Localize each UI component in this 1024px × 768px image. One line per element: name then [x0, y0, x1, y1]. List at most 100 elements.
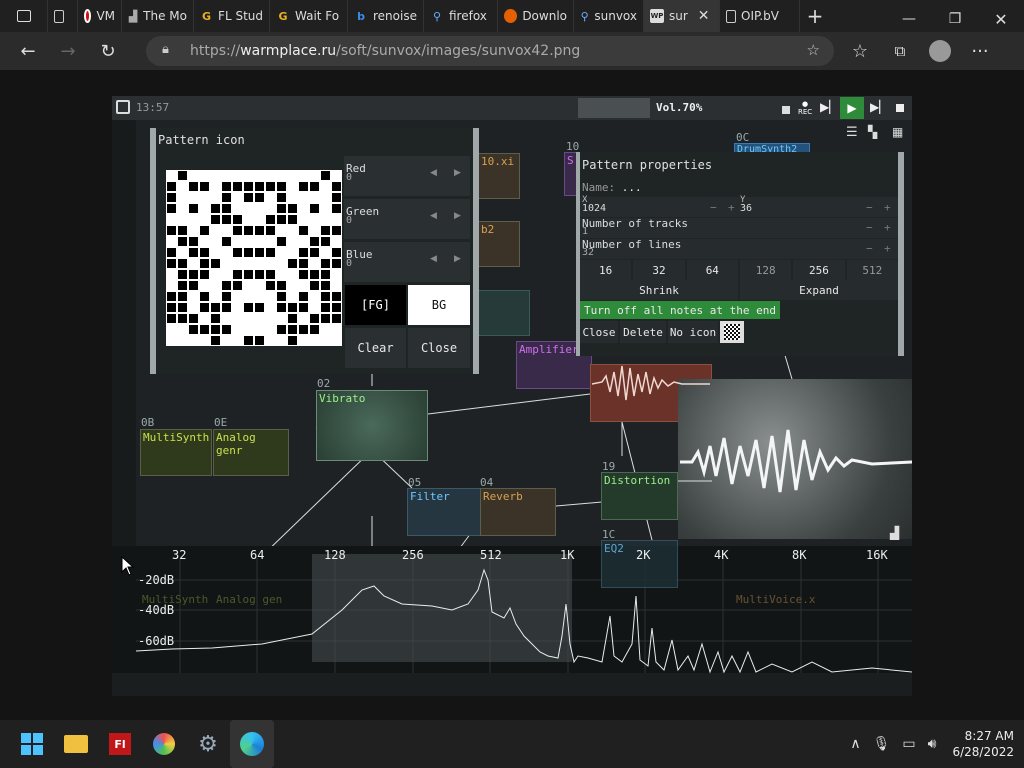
icon-pixel[interactable]: [265, 313, 276, 324]
lines-increase[interactable]: +: [884, 242, 891, 255]
icon-pixel[interactable]: [210, 236, 221, 247]
icon-pixel[interactable]: [276, 269, 287, 280]
icon-pixel[interactable]: [254, 280, 265, 291]
icon-pixel[interactable]: [276, 280, 287, 291]
icon-pixel[interactable]: [254, 203, 265, 214]
icon-pixel[interactable]: [243, 313, 254, 324]
icon-pixel[interactable]: [298, 302, 309, 313]
icon-pixel[interactable]: [309, 302, 320, 313]
x-value[interactable]: 1024: [582, 203, 606, 214]
icon-pixel[interactable]: [188, 269, 199, 280]
icon-pixel[interactable]: [232, 280, 243, 291]
icon-pixel[interactable]: [265, 192, 276, 203]
icon-pixel[interactable]: [210, 203, 221, 214]
icon-pixel[interactable]: [276, 181, 287, 192]
icon-preview-button[interactable]: [720, 321, 744, 343]
icon-pixel[interactable]: [210, 225, 221, 236]
tab-oip[interactable]: OIP.bV: [720, 0, 800, 32]
icon-pixel[interactable]: [298, 192, 309, 203]
icon-pixel[interactable]: [287, 225, 298, 236]
icon-pixel[interactable]: [298, 214, 309, 225]
icon-pixel[interactable]: [254, 269, 265, 280]
no-icon-button[interactable]: No icon: [668, 321, 718, 343]
icon-pixel[interactable]: [199, 181, 210, 192]
icon-pixel[interactable]: [166, 225, 177, 236]
icon-pixel[interactable]: [243, 192, 254, 203]
icon-pixel[interactable]: [188, 313, 199, 324]
module-vibrato[interactable]: Vibrato: [316, 390, 428, 461]
icon-pixel[interactable]: [177, 192, 188, 203]
icon-pixel[interactable]: [265, 258, 276, 269]
icon-pixel[interactable]: [320, 269, 331, 280]
icon-pixel[interactable]: [221, 291, 232, 302]
icon-pixel[interactable]: [210, 247, 221, 258]
icon-pixel[interactable]: [221, 247, 232, 258]
icon-pixel[interactable]: [243, 302, 254, 313]
size-16-button[interactable]: 16: [580, 260, 632, 280]
icon-pixel[interactable]: [177, 214, 188, 225]
icon-pixel[interactable]: [265, 335, 276, 346]
settings-app-button[interactable]: ⚙: [186, 720, 230, 768]
icon-pixel[interactable]: [232, 236, 243, 247]
icon-pixel[interactable]: [309, 291, 320, 302]
icon-pixel[interactable]: [221, 313, 232, 324]
icon-pixel[interactable]: [309, 181, 320, 192]
icon-pixel[interactable]: [166, 247, 177, 258]
icon-pixel[interactable]: [199, 203, 210, 214]
icon-pixel[interactable]: [331, 247, 342, 258]
icon-pixel[interactable]: [254, 181, 265, 192]
icon-pixel[interactable]: [320, 280, 331, 291]
icon-pixel[interactable]: [166, 313, 177, 324]
icon-pixel[interactable]: [254, 225, 265, 236]
icon-pixel[interactable]: [177, 280, 188, 291]
lines-value[interactable]: 32: [582, 247, 594, 258]
icon-pixel[interactable]: [221, 280, 232, 291]
tracks-value[interactable]: 1: [582, 226, 588, 237]
icon-pixel[interactable]: [188, 192, 199, 203]
icon-pixel[interactable]: [232, 335, 243, 346]
profile-button[interactable]: [920, 32, 960, 70]
icon-pixel[interactable]: [210, 280, 221, 291]
icon-pixel[interactable]: [254, 170, 265, 181]
icon-pixel[interactable]: [276, 225, 287, 236]
icon-pixel[interactable]: [199, 302, 210, 313]
icon-pixel[interactable]: [210, 302, 221, 313]
paint-app-button[interactable]: [142, 720, 186, 768]
module-reverb[interactable]: Reverb: [480, 488, 556, 536]
icon-pixel[interactable]: [287, 214, 298, 225]
icon-pixel[interactable]: [221, 335, 232, 346]
refresh-button[interactable]: ↻: [88, 32, 128, 70]
icon-pixel[interactable]: [331, 269, 342, 280]
icon-pixel[interactable]: [309, 335, 320, 346]
tab-firefox[interactable]: ⚲ firefox: [424, 0, 498, 32]
icon-pixel[interactable]: [232, 247, 243, 258]
icon-pixel[interactable]: [298, 313, 309, 324]
icon-pixel[interactable]: [287, 258, 298, 269]
icon-pixel[interactable]: [276, 214, 287, 225]
icon-pixel[interactable]: [232, 225, 243, 236]
icon-pixel[interactable]: [199, 214, 210, 225]
size-64-button[interactable]: 64: [686, 260, 738, 280]
icon-pixel[interactable]: [188, 225, 199, 236]
icon-pixel[interactable]: [287, 324, 298, 335]
module-analog-generator[interactable]: Analog genr: [213, 429, 289, 476]
y-increase[interactable]: +: [884, 201, 891, 214]
icon-pixel[interactable]: [177, 269, 188, 280]
icon-pixel[interactable]: [166, 258, 177, 269]
icon-pixel[interactable]: [177, 302, 188, 313]
icon-pixel[interactable]: [177, 258, 188, 269]
icon-pixel[interactable]: [287, 236, 298, 247]
y-decrease[interactable]: −: [866, 201, 873, 214]
icon-pixel[interactable]: [221, 203, 232, 214]
icon-pixel[interactable]: [265, 203, 276, 214]
icon-pixel[interactable]: [320, 236, 331, 247]
icon-pixel[interactable]: [265, 302, 276, 313]
icon-pixel[interactable]: [243, 236, 254, 247]
icon-pixel[interactable]: [166, 181, 177, 192]
icon-pixel[interactable]: [243, 203, 254, 214]
x-increase[interactable]: +: [728, 201, 735, 214]
module-multisynth[interactable]: MultiSynth: [140, 429, 212, 476]
tray-chevron-icon[interactable]: ∧: [850, 736, 860, 752]
blue-decrease-button[interactable]: ◀: [430, 254, 437, 264]
tab-wait-fo[interactable]: G Wait Fo: [270, 0, 348, 32]
